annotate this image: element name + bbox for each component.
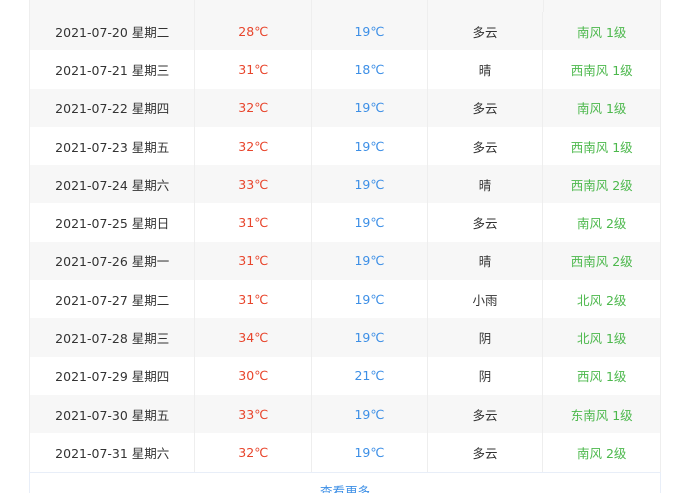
wind-cell: 南风 2级 [576, 216, 627, 232]
wind-cell: 南风 1级 [576, 24, 627, 40]
low-temp-cell: 19℃ [312, 394, 428, 434]
weather-cell: 晴 [428, 50, 544, 89]
low-temp-cell: 21℃ [312, 356, 428, 395]
view-more-link[interactable]: 查看更多 [320, 481, 370, 493]
wind-cell: 西南风 2级 [570, 177, 633, 193]
wind-cell: 南风 2级 [576, 445, 627, 461]
weather-cell: 多云 [428, 203, 544, 242]
weather-cell: 阴 [428, 318, 544, 357]
wind-cell: 西风 1级 [576, 369, 627, 385]
date-cell: 2021-07-26 星期一 [30, 241, 196, 281]
date-cell: 2021-07-22 星期四 [30, 88, 196, 127]
date-cell: 2021-07-31 星期六 [30, 433, 196, 472]
date-cell: 2021-07-30 星期五 [30, 394, 196, 434]
weather-cell: 阴 [428, 356, 544, 395]
high-temp-cell: 31℃ [195, 280, 313, 319]
table-body: 2021-07-20 星期二 28℃ 19℃ 多云 南风 1级 2021-07-… [29, 12, 661, 472]
table-row: 2021-07-20 星期二 28℃ 19℃ 多云 南风 1级 [29, 12, 661, 51]
table-previous-row-stub [29, 0, 661, 12]
high-temp-cell: 31℃ [195, 50, 313, 89]
wind-cell: 北风 2级 [576, 292, 627, 308]
date-cell: 2021-07-28 星期三 [30, 318, 196, 357]
date-cell: 2021-07-25 星期日 [30, 203, 196, 242]
date-cell: 2021-07-29 星期四 [30, 356, 196, 395]
low-temp-cell: 19℃ [312, 88, 428, 127]
wind-cell: 南风 1级 [576, 101, 627, 117]
wind-cell: 北风 1级 [576, 331, 627, 347]
wind-cell: 西南风 1级 [570, 62, 633, 78]
high-temp-cell: 32℃ [195, 88, 313, 127]
date-cell: 2021-07-23 星期五 [30, 126, 196, 166]
low-temp-cell: 19℃ [312, 433, 428, 472]
high-temp-cell: 33℃ [195, 165, 313, 204]
low-temp-cell: 18℃ [312, 50, 428, 89]
low-temp-cell: 19℃ [312, 241, 428, 281]
table-row: 2021-07-25 星期日 31℃ 19℃ 多云 南风 2级 [29, 203, 661, 242]
table-row: 2021-07-30 星期五 33℃ 19℃ 多云 东南风 1级 [29, 394, 661, 434]
table-row: 2021-07-24 星期六 33℃ 19℃ 晴 西南风 2级 [29, 165, 661, 204]
low-temp-cell: 19℃ [312, 318, 428, 357]
weather-cell: 晴 [428, 241, 544, 281]
high-temp-cell: 32℃ [195, 126, 313, 166]
weather-cell: 多云 [428, 394, 544, 434]
more-row: 查看更多 [29, 471, 661, 493]
low-temp-cell: 19℃ [312, 12, 428, 51]
low-temp-cell: 19℃ [312, 280, 428, 319]
weather-cell: 多云 [428, 88, 544, 127]
table-row: 2021-07-27 星期二 31℃ 19℃ 小雨 北风 2级 [29, 280, 661, 319]
weather-history-table: 2021-07-20 星期二 28℃ 19℃ 多云 南风 1级 2021-07-… [29, 0, 661, 493]
high-temp-cell: 33℃ [195, 394, 313, 434]
wind-cell: 东南风 1级 [570, 407, 633, 423]
high-temp-cell: 31℃ [195, 241, 313, 281]
low-temp-cell: 19℃ [312, 126, 428, 166]
high-temp-cell: 32℃ [195, 433, 313, 472]
high-temp-cell: 30℃ [195, 356, 313, 395]
table-row: 2021-07-29 星期四 30℃ 21℃ 阴 西风 1级 [29, 356, 661, 395]
table-row: 2021-07-21 星期三 31℃ 18℃ 晴 西南风 1级 [29, 50, 661, 89]
wind-cell: 西南风 1级 [570, 139, 633, 155]
high-temp-cell: 31℃ [195, 203, 313, 242]
weather-cell: 小雨 [428, 280, 544, 319]
high-temp-cell: 28℃ [195, 12, 313, 51]
low-temp-cell: 19℃ [312, 203, 428, 242]
date-cell: 2021-07-27 星期二 [30, 280, 196, 319]
table-row: 2021-07-28 星期三 34℃ 19℃ 阴 北风 1级 [29, 318, 661, 357]
weather-cell: 多云 [428, 12, 544, 51]
weather-cell: 晴 [428, 165, 544, 204]
date-cell: 2021-07-20 星期二 [30, 12, 196, 51]
date-cell: 2021-07-21 星期三 [30, 50, 196, 89]
table-row: 2021-07-23 星期五 32℃ 19℃ 多云 西南风 1级 [29, 126, 661, 166]
high-temp-cell: 34℃ [195, 318, 313, 357]
weather-cell: 多云 [428, 126, 544, 166]
weather-cell: 多云 [428, 433, 544, 472]
table-row: 2021-07-26 星期一 31℃ 19℃ 晴 西南风 2级 [29, 241, 661, 281]
wind-cell: 西南风 2级 [570, 254, 633, 270]
table-row: 2021-07-22 星期四 32℃ 19℃ 多云 南风 1级 [29, 88, 661, 127]
table-row: 2021-07-31 星期六 32℃ 19℃ 多云 南风 2级 [29, 433, 661, 472]
low-temp-cell: 19℃ [312, 165, 428, 204]
date-cell: 2021-07-24 星期六 [30, 165, 196, 204]
